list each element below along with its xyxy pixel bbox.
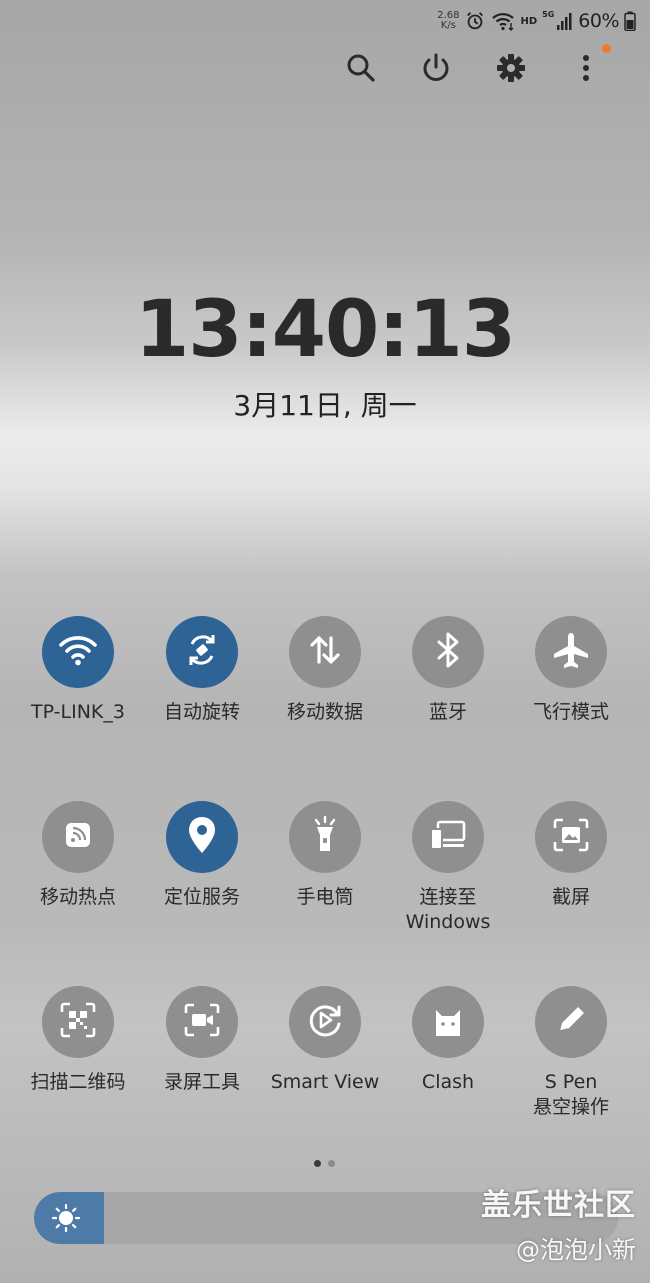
watermark-title: 盖乐世社区	[481, 1188, 636, 1223]
tile-mobile-data-circle[interactable]	[289, 616, 361, 688]
link-to-windows-icon	[428, 818, 468, 856]
wifi-status-icon	[491, 10, 515, 32]
airplane-icon	[551, 630, 591, 674]
tile-location[interactable]: 定位服务	[140, 801, 264, 910]
gear-icon	[495, 52, 527, 88]
tile-smart-view[interactable]: Smart View	[263, 986, 387, 1095]
tile-label: 连接至	[419, 886, 477, 908]
tile-label: 录屏工具	[163, 1071, 240, 1093]
tile-smart-view-circle[interactable]	[289, 986, 361, 1058]
tile-airplane-circle[interactable]	[535, 616, 607, 688]
page-indicator-dot[interactable]	[328, 1160, 335, 1167]
notification-badge	[602, 44, 611, 53]
more-vertical-icon	[580, 52, 592, 88]
tile-wifi[interactable]: TP-LINK_3	[16, 616, 140, 725]
tile-label: Clash	[421, 1071, 475, 1093]
clash-cat-icon	[428, 1000, 468, 1044]
pen-icon	[552, 1001, 590, 1043]
watermark-author: @泡泡小新	[516, 1236, 636, 1264]
tile-screenshot[interactable]: 截屏	[509, 801, 633, 910]
tile-airplane[interactable]: 飞行模式	[509, 616, 633, 725]
tile-bluetooth-circle[interactable]	[412, 616, 484, 688]
auto-rotate-icon	[184, 632, 220, 672]
search-icon	[345, 52, 377, 88]
bluetooth-icon	[433, 631, 463, 673]
tile-label: 飞行模式	[532, 701, 609, 723]
screenshot-icon	[552, 817, 590, 857]
hotspot-icon	[61, 818, 95, 856]
tile-s-pen[interactable]: S Pen 悬空操作	[509, 986, 633, 1120]
settings-button[interactable]	[489, 48, 533, 92]
clock-time[interactable]: 13:40:13	[0, 285, 650, 375]
tile-label: 蓝牙	[428, 701, 467, 723]
location-icon	[186, 815, 218, 859]
tile-s-pen-circle[interactable]	[535, 986, 607, 1058]
hd-voice-indicator: HD	[520, 15, 538, 27]
5g-indicator: 5G	[542, 10, 555, 19]
tile-label-line2: Windows	[405, 911, 491, 933]
tile-auto-rotate-circle[interactable]	[166, 616, 238, 688]
tile-label: 手电筒	[296, 886, 354, 908]
qr-scan-icon	[59, 1001, 97, 1043]
status-bar: 2.68 K/s HD 5G 60%	[437, 6, 636, 36]
network-speed-unit: K/s	[440, 20, 456, 31]
tile-qr-scan[interactable]: 扫描二维码	[16, 986, 140, 1095]
tile-wifi-circle[interactable]	[42, 616, 114, 688]
tile-screen-record[interactable]: 录屏工具	[140, 986, 264, 1095]
tile-auto-rotate[interactable]: 自动旋转	[140, 616, 264, 725]
tile-label: Smart View	[270, 1071, 380, 1093]
tile-flashlight[interactable]: 手电筒	[263, 801, 387, 910]
battery-icon	[624, 11, 636, 31]
tile-label: 自动旋转	[163, 701, 240, 723]
tile-label: 截屏	[551, 886, 590, 908]
tile-label: 定位服务	[163, 886, 240, 908]
tile-label: 移动数据	[286, 701, 363, 723]
tile-location-circle[interactable]	[166, 801, 238, 873]
power-button[interactable]	[414, 48, 458, 92]
smart-view-icon	[305, 1000, 345, 1044]
page-indicator-dot[interactable]	[314, 1160, 321, 1167]
tile-label: 扫描二维码	[30, 1071, 126, 1093]
signal-icon	[557, 11, 573, 31]
more-options-button[interactable]	[564, 48, 608, 92]
tile-mobile-data[interactable]: 移动数据	[263, 616, 387, 725]
tile-link-to-windows[interactable]: 连接至 Windows	[386, 801, 510, 935]
tile-bluetooth[interactable]: 蓝牙	[386, 616, 510, 725]
network-speed: 2.68 K/s	[437, 11, 459, 31]
alarm-icon	[464, 10, 486, 32]
tile-hotspot[interactable]: 移动热点	[16, 801, 140, 910]
mobile-data-icon	[307, 632, 343, 672]
tile-screen-record-circle[interactable]	[166, 986, 238, 1058]
tile-label: TP-LINK_3	[31, 701, 125, 723]
tile-label: 移动热点	[39, 886, 116, 908]
battery-percentage: 60%	[578, 10, 619, 32]
clock-date[interactable]: 3月11日, 周一	[0, 384, 650, 424]
tile-label-line2: 悬空操作	[532, 1096, 609, 1118]
tile-clash-circle[interactable]	[412, 986, 484, 1058]
tile-label: S Pen	[544, 1071, 598, 1093]
tile-flashlight-circle[interactable]	[289, 801, 361, 873]
flashlight-icon	[309, 815, 341, 859]
sun-icon	[51, 1203, 81, 1233]
tile-screenshot-circle[interactable]	[535, 801, 607, 873]
tile-qr-scan-circle[interactable]	[42, 986, 114, 1058]
tile-hotspot-circle[interactable]	[42, 801, 114, 873]
screen-record-icon	[183, 1002, 221, 1042]
tile-link-to-windows-circle[interactable]	[412, 801, 484, 873]
search-button[interactable]	[339, 48, 383, 92]
wifi-icon	[58, 633, 98, 671]
power-icon	[420, 52, 452, 88]
tile-clash[interactable]: Clash	[386, 986, 510, 1095]
